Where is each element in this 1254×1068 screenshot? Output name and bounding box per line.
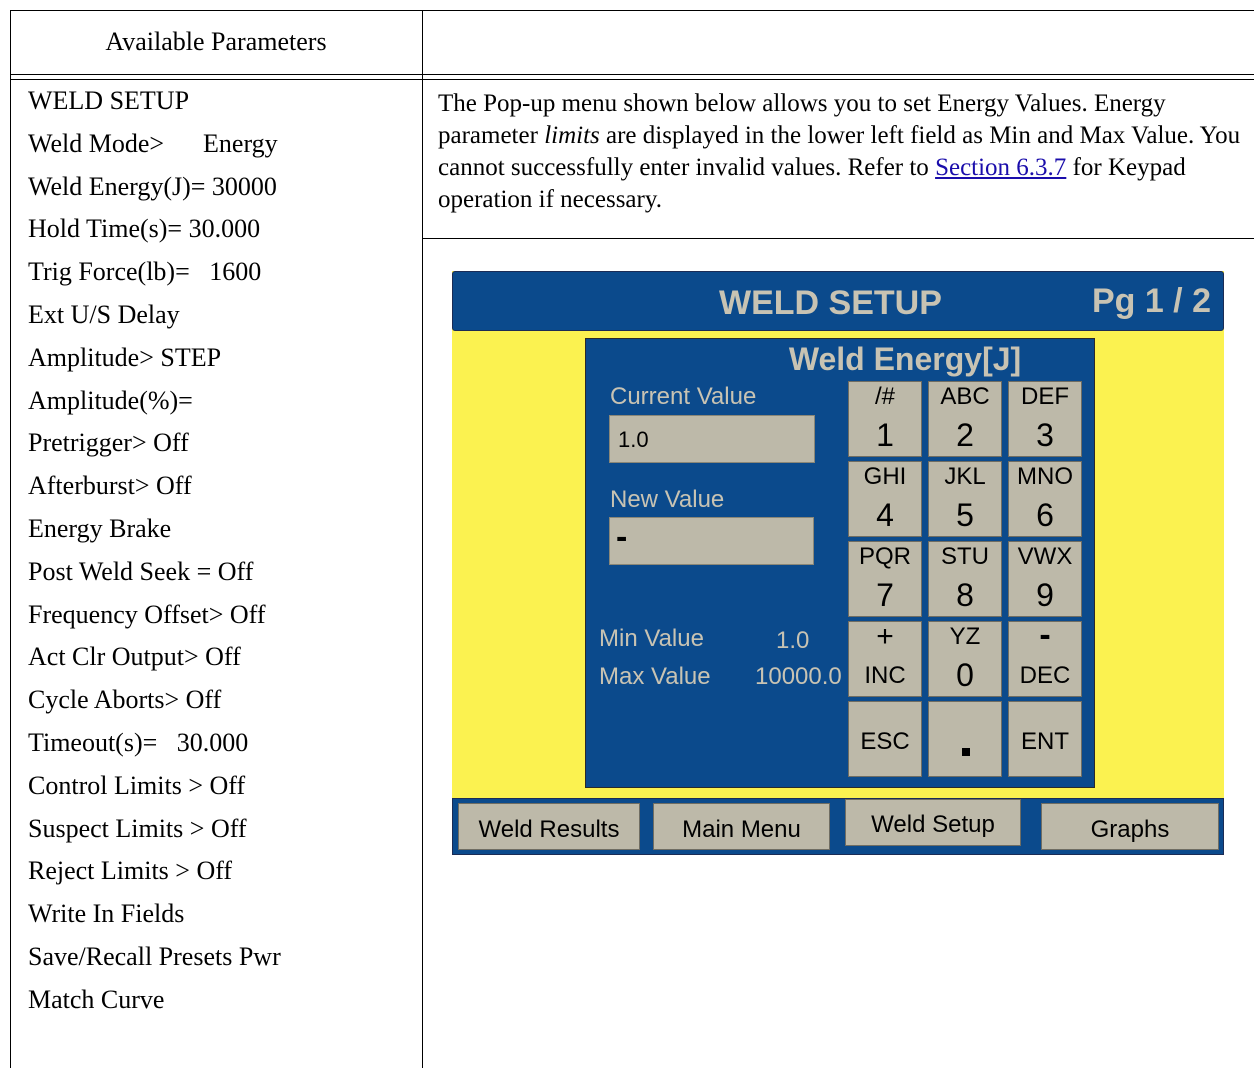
key-letters: STU <box>941 543 989 570</box>
key-dec[interactable]: - DEC <box>1008 616 1082 697</box>
key-1[interactable]: /# 1 <box>848 381 922 457</box>
key-digit: 5 <box>956 497 974 533</box>
parameter-item: Save/Recall Presets Pwr <box>28 941 281 971</box>
header-rule-2 <box>10 79 1254 80</box>
key-digit: 7 <box>876 577 894 613</box>
parameter-item: Amplitude(%)= <box>28 385 193 415</box>
key-letters: DEF <box>1021 383 1069 410</box>
table-column-divider <box>422 10 423 1068</box>
current-value-label: Current Value <box>610 383 757 410</box>
key-label: INC <box>864 662 906 689</box>
key-letters: GHI <box>863 463 907 490</box>
parameter-item: Pretrigger> Off <box>28 428 189 458</box>
plus-icon: + <box>876 620 894 653</box>
bottom-nav-bar: Weld Results Main Menu Weld Setup Graphs <box>452 798 1224 855</box>
parameter-item: Cycle Aborts> Off <box>28 685 222 715</box>
min-value-label: Min Value <box>599 625 704 652</box>
header-rule-1 <box>10 74 1254 75</box>
current-value-text: 1.0 <box>618 427 649 452</box>
main-menu-button[interactable]: Main Menu <box>653 803 830 850</box>
key-letters: VWX <box>1017 543 1073 570</box>
page-indicator: Pg 1 / 2 <box>1091 282 1211 320</box>
key-6[interactable]: MNO 6 <box>1008 461 1082 537</box>
key-2[interactable]: ABC 2 <box>928 381 1002 457</box>
key-label: ESC <box>860 728 910 755</box>
parameter-item: Suspect Limits > Off <box>28 813 247 843</box>
weld-setup-button[interactable]: Weld Setup <box>845 799 1021 846</box>
key-digit: 8 <box>956 577 974 613</box>
key-5[interactable]: JKL 5 <box>928 461 1002 537</box>
key-label: DEC <box>1019 662 1071 689</box>
description-emphasis: limits <box>544 122 600 149</box>
screen-title-bar: WELD SETUP Pg 1 / 2 <box>452 271 1224 331</box>
key-letters: YZ <box>949 623 981 650</box>
weld-results-button[interactable]: Weld Results <box>458 803 640 850</box>
key-7[interactable]: PQR 7 <box>848 541 922 617</box>
new-value-label: New Value <box>610 486 725 513</box>
key-4[interactable]: GHI 4 <box>848 461 922 537</box>
parameter-item: Amplitude> STEP <box>28 342 222 372</box>
key-letters: PQR <box>858 543 911 570</box>
parameter-item: WELD SETUP <box>28 86 190 115</box>
graphs-button[interactable]: Graphs <box>1041 803 1219 850</box>
parameter-item: Weld Mode> Energy <box>28 128 278 158</box>
key-digit: 3 <box>1036 417 1054 453</box>
new-value-field[interactable]: - <box>609 517 814 565</box>
parameter-item: Match Curve <box>28 984 165 1014</box>
key-digit: 4 <box>876 497 894 533</box>
max-value: 10000.0 <box>755 663 842 690</box>
minus-icon: - <box>1039 616 1051 654</box>
weld-energy-popup: Weld Energy[J] Current Value 1.0 New Val… <box>585 338 1095 788</box>
min-value: 1.0 <box>776 627 810 654</box>
key-label: ENT <box>1021 728 1069 755</box>
key-3[interactable]: DEF 3 <box>1008 381 1082 457</box>
parameter-item: Timeout(s)= 30.000 <box>28 727 249 757</box>
parameter-item: Control Limits > Off <box>28 770 246 800</box>
parameter-item: Trig Force(lb)= 1600 <box>28 257 262 287</box>
key-letters: MNO <box>1017 463 1073 490</box>
section-link[interactable]: Section 6.3.7 <box>935 154 1066 181</box>
popup-title: Weld Energy[J] <box>788 341 1022 377</box>
key-digit: 2 <box>956 417 974 453</box>
key-letters: ABC <box>940 383 990 410</box>
key-digit: 6 <box>1036 497 1054 533</box>
current-value-field: 1.0 <box>609 415 815 463</box>
key-ent[interactable]: ENT <box>1008 701 1082 777</box>
parameter-item: Write In Fields <box>28 899 185 929</box>
available-parameters-header: Available Parameters <box>105 27 327 56</box>
key-letters: /# <box>874 383 895 410</box>
description-rule <box>422 238 1254 239</box>
key-digit: 1 <box>876 417 894 453</box>
parameter-item: Energy Brake <box>28 513 172 543</box>
parameter-item: Afterburst> Off <box>28 471 192 501</box>
key-8[interactable]: STU 8 <box>928 541 1002 617</box>
key-0[interactable]: YZ 0 <box>928 621 1002 697</box>
key-digit: 9 <box>1036 577 1054 613</box>
parameter-item: Hold Time(s)= 30.000 <box>28 214 261 244</box>
key-esc[interactable]: ESC <box>848 701 922 777</box>
key-letters: JKL <box>944 463 986 490</box>
max-value-label: Max Value <box>599 663 711 690</box>
parameter-item: Ext U/S Delay <box>28 299 180 329</box>
parameter-item: Act Clr Output> Off <box>28 642 241 672</box>
decimal-point-icon <box>962 748 970 756</box>
screen-title: WELD SETUP <box>719 284 942 322</box>
weld-setup-screen: WELD SETUP Pg 1 / 2 Weld Energy[J] Curre… <box>452 271 1224 855</box>
table-border-left <box>10 10 11 1068</box>
parameter-item: Post Weld Seek = Off <box>28 556 254 586</box>
parameter-item: Frequency Offset> Off <box>28 599 266 629</box>
parameter-item: Weld Energy(J)= 30000 <box>28 171 277 201</box>
key-digit: 0 <box>956 657 974 693</box>
key-inc[interactable]: + INC <box>848 620 922 697</box>
key-decimal-point[interactable] <box>928 701 1002 777</box>
key-9[interactable]: VWX 9 <box>1008 541 1082 617</box>
parameter-item: Reject Limits > Off <box>28 856 233 886</box>
new-value-text: - <box>616 518 628 556</box>
description-paragraph: The Pop-up menu shown below allows you t… <box>438 88 1248 216</box>
parameter-list: WELD SETUP Weld Mode> Energy Weld Energy… <box>28 86 418 1028</box>
